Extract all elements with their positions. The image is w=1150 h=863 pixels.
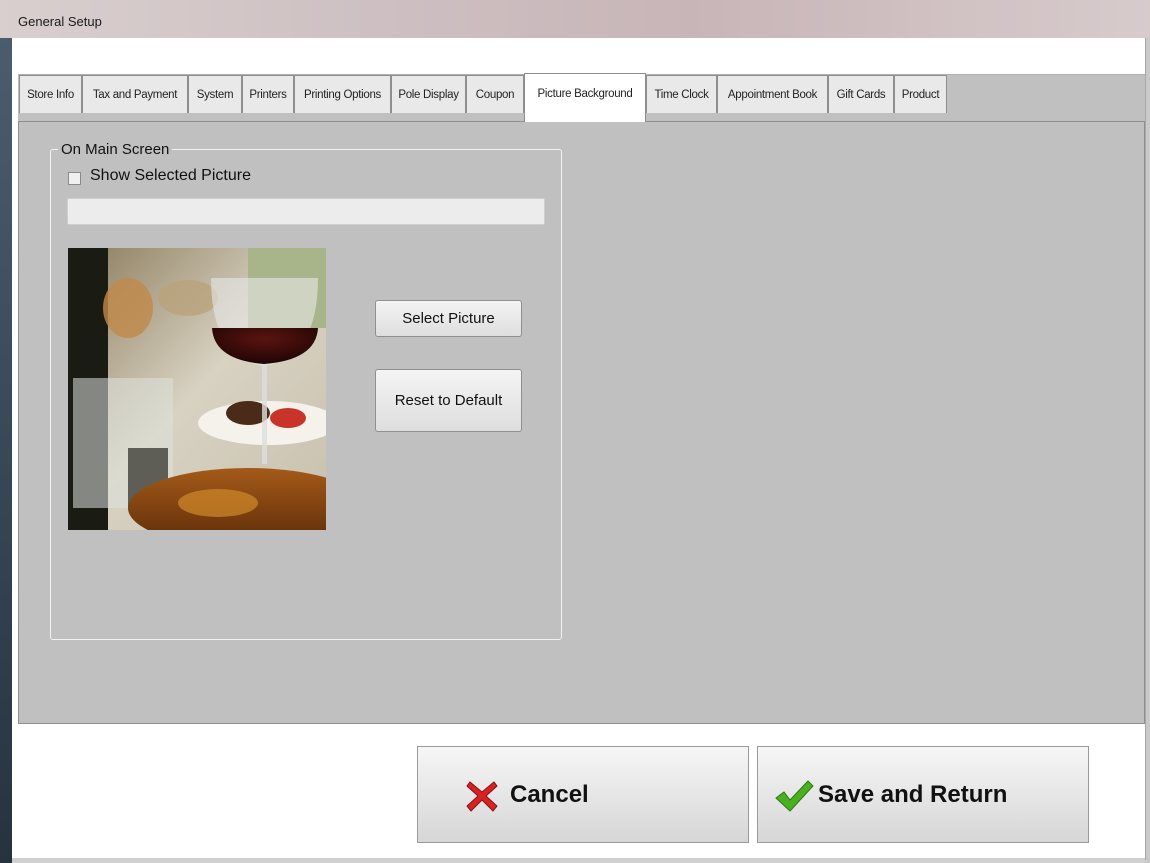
cancel-label: Cancel [510,781,589,808]
background-picture-preview [68,248,326,530]
tab-gift-cards[interactable]: Gift Cards [828,75,894,113]
tab-appointment-book[interactable]: Appointment Book [717,75,828,113]
tab-tax-and-payment[interactable]: Tax and Payment [82,75,188,113]
reset-to-default-button[interactable]: Reset to Default [375,369,522,432]
show-picture-checkbox[interactable] [68,172,81,185]
window-title: General Setup [18,14,102,29]
cancel-x-icon [466,781,498,812]
tab-coupon[interactable]: Coupon [466,75,524,113]
tab-product[interactable]: Product [894,75,947,113]
tab-store-info[interactable]: Store Info [19,75,82,113]
tab-picture-background[interactable]: Picture Background [524,73,646,122]
left-window-edge [0,38,12,863]
title-bar: General Setup [0,0,1150,38]
group-legend: On Main Screen [58,141,173,158]
tab-pole-display[interactable]: Pole Display [391,75,466,113]
save-and-return-button[interactable]: Save and Return [757,746,1089,843]
show-picture-label[interactable]: Show Selected Picture [90,167,251,185]
tab-system[interactable]: System [188,75,242,113]
checkmark-icon [775,780,814,812]
tab-printers[interactable]: Printers [242,75,294,113]
cancel-button[interactable]: Cancel [417,746,749,843]
general-setup-window: Store Info Tax and Payment System Printe… [12,38,1146,860]
save-and-return-label: Save and Return [818,781,1008,808]
tab-time-clock[interactable]: Time Clock [646,75,717,113]
select-picture-button[interactable]: Select Picture [375,300,522,337]
picture-path-field[interactable] [67,198,545,225]
wine-dinner-image [68,248,326,530]
tab-printing-options[interactable]: Printing Options [294,75,391,113]
bottom-window-edge [12,858,1145,863]
